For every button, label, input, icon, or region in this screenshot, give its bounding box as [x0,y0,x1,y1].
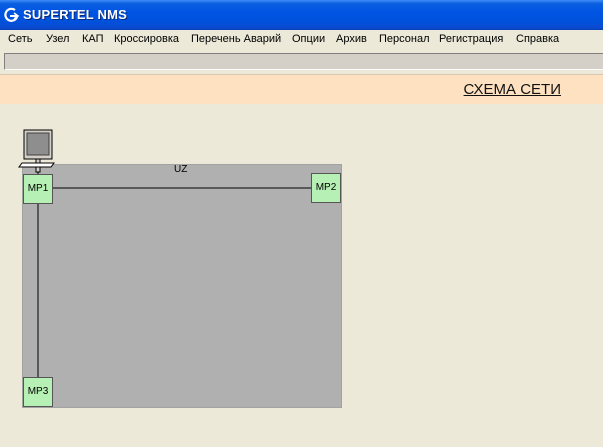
title-bar[interactable]: SUPERTEL NMS [0,0,603,30]
links-layer [37,171,311,377]
menu-item-help[interactable]: Справка [516,33,559,45]
menu-item-kap[interactable]: КАП [82,33,104,45]
menu-item-registration[interactable]: Регистрация [439,33,503,45]
menu-item-options[interactable]: Опции [292,33,325,45]
node-mp3[interactable]: MP3 [23,377,53,407]
node-mp1[interactable]: MP1 [23,174,53,204]
menu-item-network[interactable]: Сеть [8,33,32,45]
toolbar-strip [4,53,603,70]
menu-bar: Сеть Узел КАП Кроссировка Перечень Авари… [0,30,603,50]
computer-terminal-icon[interactable] [16,129,56,177]
toolbar-area [0,50,603,74]
menu-item-archive[interactable]: Архив [336,33,367,45]
menu-item-alarm-list[interactable]: Перечень Аварий [191,33,281,45]
app-logo-icon [4,7,20,22]
menu-item-node[interactable]: Узел [46,33,69,45]
page-title[interactable]: СХЕМА СЕТИ [464,81,561,98]
header-band: СХЕМА СЕТИ [0,74,603,104]
menu-item-crossconnect[interactable]: Кроссировка [114,33,179,45]
app-window: SUPERTEL NMS Сеть Узел КАП Кроссировка П… [0,0,603,447]
window-title: SUPERTEL NMS [23,7,128,22]
network-diagram: UZ MP1 MP2 MP3 [0,104,603,447]
menu-item-personnel[interactable]: Персонал [379,33,430,45]
node-mp2[interactable]: MP2 [311,173,341,203]
